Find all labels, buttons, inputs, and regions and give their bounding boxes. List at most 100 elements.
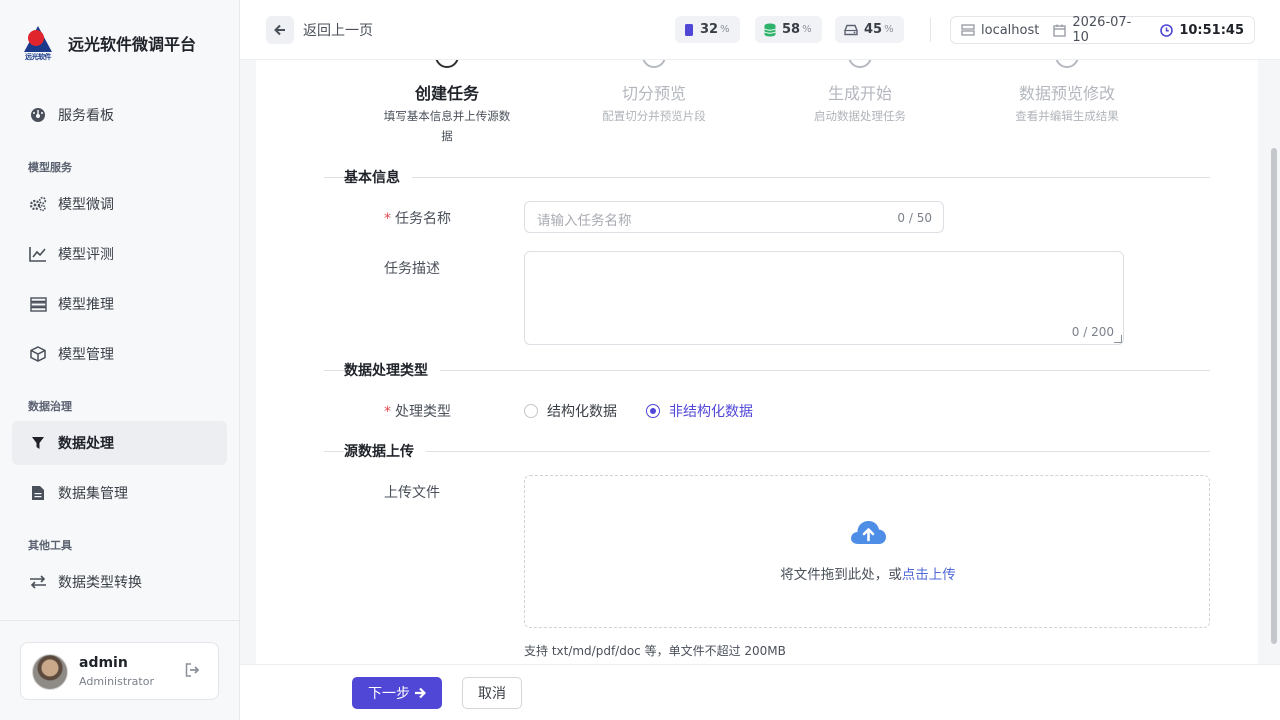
disk-usage-badge: 45 % [835,16,904,43]
radio-unstructured[interactable]: 非结构化数据 [646,401,753,421]
filter-icon [28,433,48,453]
radio-circle [646,404,660,418]
step-desc: 查看并编辑生成结果 [1015,109,1119,123]
resize-handle[interactable] [1114,335,1122,343]
sidebar-item-inference[interactable]: 模型推理 [12,282,227,326]
topbar: 返回上一页 32 % 58 % 45 % localhost 2026-07-1… [240,0,1280,60]
arrow-right-icon [414,687,426,699]
clock-icon [1160,23,1174,37]
logout-icon[interactable] [185,663,200,681]
server-icon [28,294,48,314]
back-label[interactable]: 返回上一页 [303,20,373,40]
user-name: admin [79,655,128,671]
arrow-left-icon [274,24,286,36]
document-icon [28,483,48,503]
next-step-button[interactable]: 下一步 [352,677,442,709]
sidebar-item-type-conversion[interactable]: 数据类型转换 [12,560,227,604]
sidebar-item-model-management[interactable]: 模型管理 [12,332,227,376]
current-date: 2026-07-10 [1072,15,1132,45]
sidebar-item-fine-tune[interactable]: 模型微调 [12,182,227,226]
sidebar-item-dataset-management[interactable]: 数据集管理 [12,471,227,515]
cpu-icon [684,23,694,37]
sidebar-item-dashboard[interactable]: 服务看板 [12,93,227,137]
section-title: 基本信息 [344,167,412,187]
required-mark: * [384,404,391,420]
step-title: 切分预览 [621,84,686,103]
next-label: 下一步 [368,686,410,702]
avatar [32,654,68,690]
section-source-upload: 源数据上传 [304,441,1210,461]
upload-label: 上传文件 [384,485,440,501]
logo-text: 远光软件 [25,53,52,61]
nav-group-model: 模型服务 [28,161,72,174]
page-scrollbar[interactable] [1271,148,1277,644]
footer: 下一步 取消 [240,664,1280,720]
database-icon [764,23,776,37]
user-role: Administrator [79,675,154,688]
section-title: 数据处理类型 [344,360,440,380]
sidebar-item-label: 模型管理 [58,347,114,363]
sidebar-divider [0,620,240,621]
harddisk-icon [844,24,858,36]
sidebar-item-label: 数据类型转换 [58,575,142,591]
cloud-upload-icon [849,518,887,550]
host-info: localhost [961,23,1039,38]
step-title: 生成开始 [827,84,892,103]
back-button[interactable] [266,16,294,44]
sidebar-item-label: 模型微调 [58,197,114,213]
task-name-counter: 0 / 50 [897,211,932,225]
user-card[interactable]: admin Administrator [20,642,219,700]
cpu-value: 32 [700,22,719,37]
topbar-divider [930,18,931,42]
sidebar-item-label: 服务看板 [58,108,114,124]
sidebar-item-label: 数据集管理 [58,486,128,502]
task-desc-counter: 0 / 200 [1071,325,1114,339]
memory-value: 58 [782,22,801,37]
system-info: localhost 2026-07-10 10:51:45 [950,15,1255,45]
upload-hint: 支持 txt/md/pdf/doc 等，单文件不超过 200MB [524,644,786,658]
sidebar-item-evaluation[interactable]: 模型评测 [12,232,227,276]
sidebar-item-label: 模型评测 [58,247,114,263]
main-panel: 1 创建任务 填写基本信息并上传源数据 2 切分预览 配置切分并预览片段 3 生… [256,60,1258,664]
logo: 远光软件 [22,24,54,62]
processing-type-label: * 处理类型 [384,404,451,420]
step-number: 1 [435,60,459,68]
dashboard-icon [28,105,48,125]
cpu-usage-badge: 32 % [675,16,740,43]
step-desc: 配置切分并预览片段 [602,109,706,123]
brand[interactable]: 远光软件 远光软件微调平台 [22,24,196,62]
cancel-button[interactable]: 取消 [462,677,522,709]
sidebar: 远光软件 远光软件微调平台 服务看板 模型服务 模型微调 模型评测 模型推理 模… [0,0,240,720]
task-name-input[interactable]: 请输入任务名称 0 / 50 [524,201,944,233]
memory-unit: % [802,24,812,35]
task-name-placeholder: 请输入任务名称 [537,213,632,229]
sidebar-item-data-processing[interactable]: 数据处理 [12,421,227,465]
calendar-icon [1053,24,1066,37]
section-processing-type: 数据处理类型 [304,360,1210,380]
step-desc: 启动数据处理任务 [814,109,906,123]
disk-unit: % [884,24,894,35]
click-upload-link[interactable]: 点击上传 [902,567,956,583]
task-name-label: * 任务名称 [384,211,451,227]
nav-group-tools: 其他工具 [28,539,72,552]
date-info: 2026-07-10 [1053,15,1146,45]
step-number: 3 [848,60,872,68]
step-desc: 填写基本信息并上传源数据 [383,109,511,143]
step-number: 4 [1055,60,1079,68]
radio-structured[interactable]: 结构化数据 [524,401,617,421]
memory-usage-badge: 58 % [755,16,822,43]
radio-label: 非结构化数据 [669,404,753,420]
task-desc-textarea[interactable]: 0 / 200 [524,251,1124,345]
task-desc-label: 任务描述 [384,261,440,277]
app-title: 远光软件微调平台 [68,35,197,54]
upload-instructions: 将文件拖到此处，或点击上传 [780,567,956,583]
section-basic-info: 基本信息 [304,167,1210,187]
step-title: 数据预览修改 [1018,84,1115,103]
host-name: localhost [981,22,1040,38]
current-time: 10:51:45 [1179,22,1244,38]
server-icon [961,24,975,36]
upload-dropzone[interactable]: 将文件拖到此处，或点击上传 [524,475,1210,628]
radio-circle [524,404,538,418]
disk-value: 45 [864,22,883,37]
required-mark: * [384,211,391,227]
